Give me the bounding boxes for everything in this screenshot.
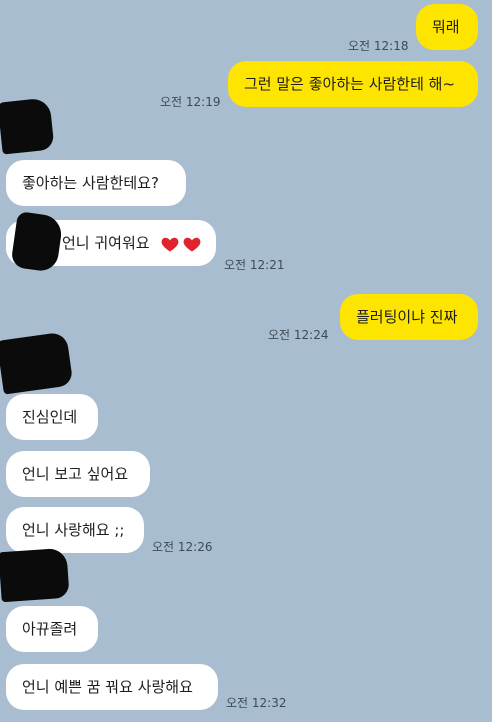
their-message-bubble[interactable]: 언니 보고 싶어요: [6, 451, 150, 497]
red-heart-icon: [161, 237, 179, 251]
their-message-bubble[interactable]: 언니 사랑해요 ;;: [6, 507, 144, 553]
message-text: 언니 예쁜 꿈 꿔요 사랑해요: [22, 678, 193, 696]
my-message-bubble[interactable]: 그런 말은 좋아하는 사람한테 해~: [228, 61, 478, 107]
message-time: 오전 12:24: [268, 328, 329, 342]
message-text: 언니 사랑해요 ;;: [22, 521, 125, 539]
hearts-emoji: [160, 234, 202, 254]
message-text: 좋아하는 사람한테요?: [22, 174, 159, 192]
message-text: 언니 보고 싶어요: [22, 465, 129, 483]
their-message-bubble[interactable]: 좋아하는 사람한테요?: [6, 160, 186, 206]
redacted-avatar: [0, 97, 55, 155]
message-time: 오전 12:19: [160, 95, 221, 109]
message-text: 뭐래: [432, 18, 460, 36]
my-message-bubble[interactable]: 뭐래: [416, 4, 478, 50]
message-time: 오전 12:18: [348, 39, 409, 53]
their-message-bubble[interactable]: 진심인데: [6, 394, 98, 440]
message-text: 아뀨졸려: [22, 620, 78, 638]
message-text: 플러팅이냐 진짜: [356, 308, 458, 326]
redacted-avatar: [0, 547, 70, 603]
their-message-bubble[interactable]: 아뀨졸려: [6, 606, 98, 652]
message-time: 오전 12:26: [152, 540, 213, 554]
redacted-avatar: [0, 331, 74, 395]
message-text: 진심인데: [22, 408, 78, 426]
message-time: 오전 12:32: [226, 696, 287, 710]
chat-area: 오전 12:18 뭐래 오전 12:19 그런 말은 좋아하는 사람한테 해~ …: [0, 0, 492, 722]
red-heart-icon: [183, 237, 201, 251]
my-message-bubble[interactable]: 플러팅이냐 진짜: [340, 294, 478, 340]
message-text: 그런 말은 좋아하는 사람한테 해~: [244, 75, 456, 93]
their-message-bubble[interactable]: 언니 예쁜 꿈 꿔요 사랑해요: [6, 664, 218, 710]
message-time: 오전 12:21: [224, 258, 285, 272]
